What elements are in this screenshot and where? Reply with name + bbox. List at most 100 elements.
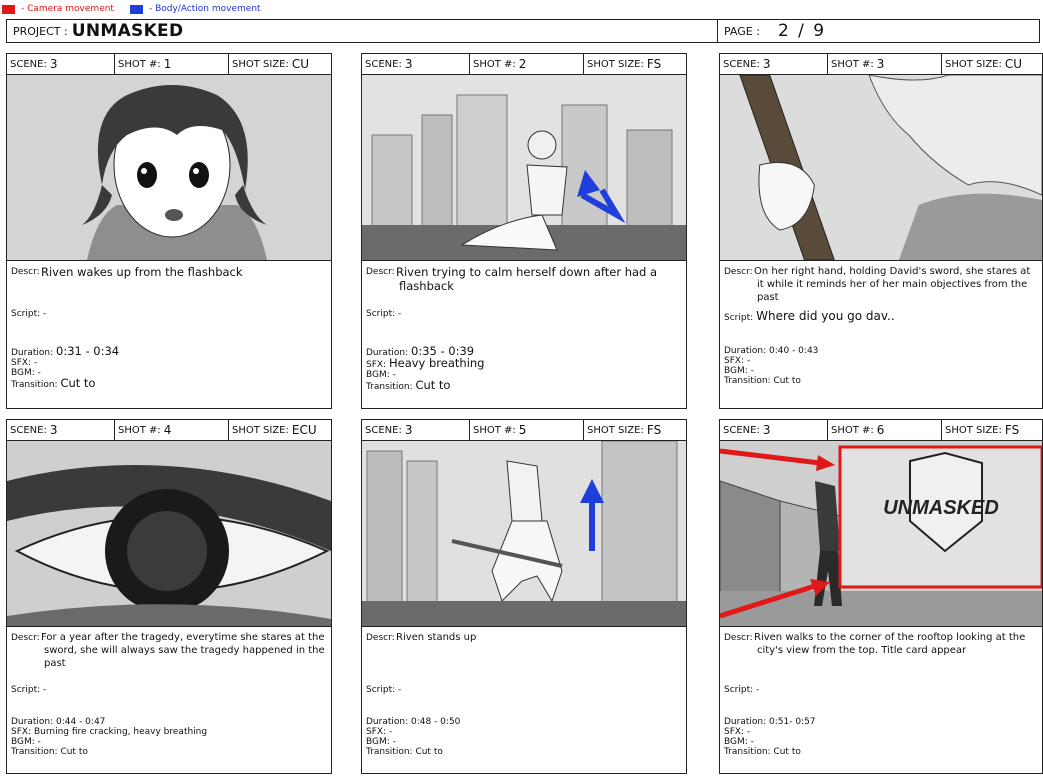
transition-label: Transition: bbox=[366, 747, 413, 757]
shot-label: SHOT #: bbox=[831, 58, 874, 70]
script-label: Script: bbox=[724, 685, 754, 695]
sfx-value: Heavy breathing bbox=[388, 356, 485, 370]
panel-header: SCENE: 3 SHOT #: 3 SHOT SIZE: CU bbox=[720, 54, 1042, 75]
duration-label: Duration: bbox=[366, 717, 409, 727]
shot-size-value: FS bbox=[646, 423, 662, 437]
scene-value: 3 bbox=[49, 57, 58, 71]
storyboard-panel-3: SCENE: 3 SHOT #: 3 SHOT SIZE: CU Descr: On … bbox=[719, 53, 1043, 409]
script-line: Script: Where did you go dav.. bbox=[724, 309, 895, 323]
transition-value: Cut to bbox=[60, 376, 96, 390]
panel-image-eye-extreme-closeup bbox=[7, 441, 331, 627]
duration-value: 0:31 - 0:34 bbox=[56, 344, 120, 358]
descr-label: Descr: bbox=[724, 267, 753, 277]
description: Descr: Riven walks to the corner of the … bbox=[720, 627, 1042, 657]
bgm-value: - bbox=[37, 368, 41, 378]
storyboard-panel-5: SCENE: 3 SHOT #: 5 SHOT SIZE: FS Descr: Riv… bbox=[361, 419, 687, 774]
scene-label: SCENE: bbox=[10, 424, 47, 436]
bgm-value: - bbox=[392, 737, 396, 747]
script-text: - bbox=[43, 685, 47, 695]
sfx-label: SFX: bbox=[724, 356, 745, 366]
bgm-value: - bbox=[750, 366, 754, 376]
scene-label: SCENE: bbox=[723, 424, 760, 436]
duration-value: 0:48 - 0:50 bbox=[411, 717, 461, 727]
sfx-value: - bbox=[388, 727, 393, 737]
sfx-label: SFX: bbox=[366, 360, 387, 370]
bgm-value: - bbox=[37, 737, 41, 747]
page-label: PAGE : bbox=[724, 24, 760, 38]
shot-label: SHOT #: bbox=[473, 58, 516, 70]
sfx-label: SFX: bbox=[11, 358, 32, 368]
descr-text: For a year after the tragedy, everytime … bbox=[41, 632, 325, 669]
bgm-label: BGM: bbox=[11, 737, 35, 747]
scene-label: SCENE: bbox=[723, 58, 760, 70]
descr-label: Descr: bbox=[11, 267, 40, 277]
descr-label: Descr: bbox=[366, 267, 395, 277]
description: Descr: Riven stands up bbox=[362, 627, 686, 644]
scene-value: 3 bbox=[762, 423, 771, 437]
script-line: Script: - bbox=[366, 685, 401, 695]
sfx-label: SFX: bbox=[366, 727, 387, 737]
transition-label: Transition: bbox=[724, 376, 771, 386]
bgm-label: BGM: bbox=[366, 370, 390, 380]
panel-header: SCENE: 3 SHOT #: 5 SHOT SIZE: FS bbox=[362, 420, 686, 441]
shot-size-label: SHOT SIZE: bbox=[587, 58, 644, 70]
script-line: Script: - bbox=[11, 685, 46, 695]
shot-label: SHOT #: bbox=[118, 424, 161, 436]
transition-label: Transition: bbox=[366, 382, 413, 392]
storyboard-header: PROJECT : UNMASKED PAGE : 2 / 9 bbox=[6, 19, 1040, 43]
scene-value: 3 bbox=[404, 57, 413, 71]
sfx-value: - bbox=[746, 727, 751, 737]
shot-size-value: CU bbox=[291, 57, 310, 71]
script-label: Script: bbox=[366, 685, 396, 695]
sfx-value: Burning fire cracking, heavy breathing bbox=[33, 727, 208, 737]
script-label: Script: bbox=[724, 313, 754, 323]
script-line: Script: - bbox=[11, 309, 46, 319]
shot-size-value: FS bbox=[1004, 423, 1020, 437]
descr-label: Descr: bbox=[724, 633, 753, 643]
description: Descr: For a year after the tragedy, eve… bbox=[7, 627, 331, 670]
scene-value: 3 bbox=[49, 423, 58, 437]
body-movement-swatch bbox=[129, 4, 143, 14]
shot-size-value: ECU bbox=[291, 423, 317, 437]
description: Descr: Riven wakes up from the flashback bbox=[7, 261, 331, 279]
shot-value: 5 bbox=[518, 423, 527, 437]
panel-image-riven-stands-up bbox=[362, 441, 686, 627]
transition-value: Cut to bbox=[773, 376, 801, 386]
transition-label: Transition: bbox=[11, 747, 58, 757]
duration-value: 0:51- 0:57 bbox=[769, 717, 816, 727]
duration-label: Duration: bbox=[11, 717, 54, 727]
storyboard-panel-1: SCENE: 3 SHOT #: 1 SHOT SIZE: CU Descr: Riv… bbox=[6, 53, 332, 409]
bgm-label: BGM: bbox=[724, 737, 748, 747]
descr-label: Descr: bbox=[366, 633, 395, 643]
title-card-text: UNMASKED bbox=[883, 497, 999, 519]
script-text: Where did you go dav.. bbox=[756, 309, 895, 323]
transition-label: Transition: bbox=[724, 747, 771, 757]
descr-label: Descr: bbox=[11, 633, 40, 643]
page-field: PAGE : 2 / 9 bbox=[718, 20, 1039, 42]
transition-label: Transition: bbox=[11, 380, 58, 390]
descr-text: Riven stands up bbox=[396, 632, 477, 643]
scene-value: 3 bbox=[404, 423, 413, 437]
panel-image-girl-closeup bbox=[7, 75, 331, 261]
scene-label: SCENE: bbox=[365, 424, 402, 436]
script-label: Script: bbox=[366, 309, 396, 319]
body-movement-label: - Body/Action movement bbox=[148, 4, 261, 14]
shot-label: SHOT #: bbox=[831, 424, 874, 436]
shot-value: 6 bbox=[876, 423, 885, 437]
shot-size-value: CU bbox=[1004, 57, 1023, 71]
panel-header: SCENE: 3 SHOT #: 4 SHOT SIZE: ECU bbox=[7, 420, 331, 441]
panel-image-rooftop-title-card: UNMASKED bbox=[720, 441, 1042, 627]
scene-value: 3 bbox=[762, 57, 771, 71]
shot-label: SHOT #: bbox=[473, 424, 516, 436]
project-field: PROJECT : UNMASKED bbox=[7, 20, 718, 42]
description: Descr: On her right hand, holding David'… bbox=[720, 261, 1042, 304]
script-text: - bbox=[756, 685, 760, 695]
project-label: PROJECT : bbox=[13, 24, 68, 38]
shot-info: Duration: 0:48 - 0:50 SFX: - BGM: - Tran… bbox=[366, 717, 460, 757]
shot-info: Duration: 0:40 - 0:43 SFX: - BGM: - Tran… bbox=[724, 346, 818, 386]
shot-value: 4 bbox=[163, 423, 172, 437]
descr-text: On her right hand, holding David's sword… bbox=[754, 266, 1031, 303]
project-title: UNMASKED bbox=[71, 21, 184, 41]
script-text: - bbox=[398, 685, 402, 695]
duration-label: Duration: bbox=[724, 346, 767, 356]
